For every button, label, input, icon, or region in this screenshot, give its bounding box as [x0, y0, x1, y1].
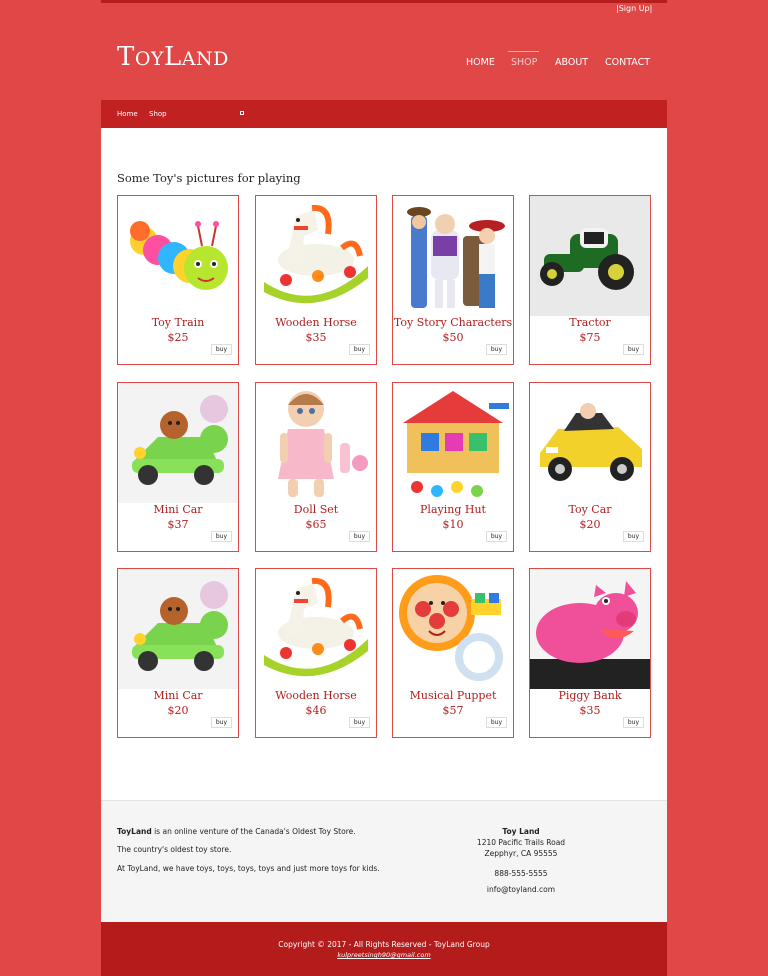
product-name: Mini Car — [153, 689, 203, 702]
product-name: Wooden Horse — [275, 689, 357, 702]
caterpillar-toy-icon[interactable] — [118, 196, 238, 316]
product-card[interactable]: Mini Car $20 buy — [117, 568, 239, 738]
buy-button[interactable]: buy — [348, 717, 370, 728]
contact-phone: 888-555-5555 — [494, 869, 548, 878]
product-card[interactable]: Mini Car $37 buy — [117, 382, 239, 552]
buy-button[interactable]: buy — [485, 344, 507, 355]
product-card[interactable]: Toy Car $20 buy — [529, 382, 651, 552]
product-name: Toy Story Characters — [393, 316, 513, 329]
product-price: $20 — [579, 518, 601, 531]
nav-home[interactable]: HOME — [466, 57, 495, 68]
buy-button[interactable]: buy — [622, 531, 644, 542]
product-card[interactable]: Toy Story Characters $50 buy — [392, 195, 514, 365]
footer-tagline: The country's oldest toy store. — [117, 845, 232, 854]
product-name: Musical Puppet — [409, 689, 497, 702]
buy-button[interactable]: buy — [622, 717, 644, 728]
product-name: Mini Car — [153, 503, 203, 516]
top-border — [101, 0, 667, 3]
product-name: Wooden Horse — [275, 316, 357, 329]
buy-button[interactable]: buy — [622, 344, 644, 355]
contact-email[interactable]: info@toyland.com — [461, 885, 581, 894]
product-card[interactable]: Toy Train $25 buy — [117, 195, 239, 365]
product-card[interactable]: Tractor $75 buy — [529, 195, 651, 365]
buy-button[interactable]: buy — [210, 344, 232, 355]
product-price: $57 — [442, 704, 464, 717]
product-price: $50 — [442, 331, 464, 344]
product-price: $37 — [167, 518, 189, 531]
nav-contact[interactable]: CONTACT — [605, 57, 650, 68]
contact-name: Toy Land — [502, 827, 540, 836]
buy-button[interactable]: buy — [485, 717, 507, 728]
author-email-link[interactable]: kulpreetsingh90@gmail.com — [101, 951, 667, 959]
tractor-icon[interactable] — [530, 196, 650, 316]
product-price: $35 — [305, 331, 327, 344]
product-card[interactable]: Wooden Horse $46 buy — [255, 568, 377, 738]
page-title: Some Toy's pictures for playing — [117, 171, 301, 185]
buy-button[interactable]: buy — [485, 531, 507, 542]
footer-description: At ToyLand, we have toys, toys, toys, to… — [117, 864, 380, 873]
breadcrumb-shop: Shop — [149, 110, 167, 118]
footer-about: ToyLand is an online venture of the Cana… — [117, 827, 356, 836]
footer: ToyLand is an online venture of the Cana… — [101, 800, 667, 922]
buy-button[interactable]: buy — [210, 717, 232, 728]
product-name: Toy Train — [151, 316, 205, 329]
signup-link[interactable]: |Sign Up| — [616, 4, 652, 13]
product-name: Piggy Bank — [558, 689, 622, 702]
playing-hut-icon[interactable] — [393, 383, 513, 503]
piggy-bank-icon[interactable] — [530, 569, 650, 689]
logo[interactable]: TOYLAND — [117, 42, 229, 74]
product-name: Toy Car — [568, 503, 612, 516]
breadcrumb: Home Shop — [101, 100, 667, 128]
nav-about[interactable]: ABOUT — [555, 57, 588, 68]
main-content: Some Toy's pictures for playing Toy Trai… — [101, 128, 667, 800]
buy-button[interactable]: buy — [210, 531, 232, 542]
product-card[interactable]: Musical Puppet $57 buy — [392, 568, 514, 738]
product-price: $75 — [579, 331, 601, 344]
mini-car-icon[interactable] — [118, 569, 238, 689]
product-card[interactable]: Doll Set $65 buy — [255, 382, 377, 552]
product-name: Doll Set — [293, 503, 339, 516]
product-price: $20 — [167, 704, 189, 717]
contact-address-2: Zepphyr, CA 95555 — [484, 849, 558, 858]
copyright-text: Copyright © 2017 - All Rights Reserved -… — [278, 940, 490, 949]
breadcrumb-home[interactable]: Home — [117, 110, 138, 118]
nav-active-indicator — [508, 51, 539, 52]
rocking-horse-icon[interactable] — [256, 569, 376, 689]
rocking-horse-icon[interactable] — [256, 196, 376, 316]
product-price: $25 — [167, 331, 189, 344]
product-card[interactable]: Wooden Horse $35 buy — [255, 195, 377, 365]
mini-car-icon[interactable] — [118, 383, 238, 503]
product-price: $65 — [305, 518, 327, 531]
toy-car-icon[interactable] — [530, 383, 650, 503]
musical-puppet-icon[interactable] — [393, 569, 513, 689]
product-card[interactable]: Piggy Bank $35 buy — [529, 568, 651, 738]
product-name: Tractor — [569, 316, 611, 329]
breadcrumb-separator-icon — [240, 111, 244, 115]
buy-button[interactable]: buy — [348, 531, 370, 542]
nav-shop[interactable]: SHOP — [511, 57, 537, 68]
product-price: $35 — [579, 704, 601, 717]
product-name: Playing Hut — [420, 503, 486, 516]
copyright-bar: Copyright © 2017 - All Rights Reserved -… — [101, 922, 667, 976]
product-price: $10 — [442, 518, 464, 531]
contact-address-1: 1210 Pacific Trails Road — [476, 838, 566, 847]
product-price: $46 — [305, 704, 327, 717]
doll-icon[interactable] — [256, 383, 376, 503]
toy-story-group-icon[interactable] — [393, 196, 513, 316]
product-card[interactable]: Playing Hut $10 buy — [392, 382, 514, 552]
buy-button[interactable]: buy — [348, 344, 370, 355]
